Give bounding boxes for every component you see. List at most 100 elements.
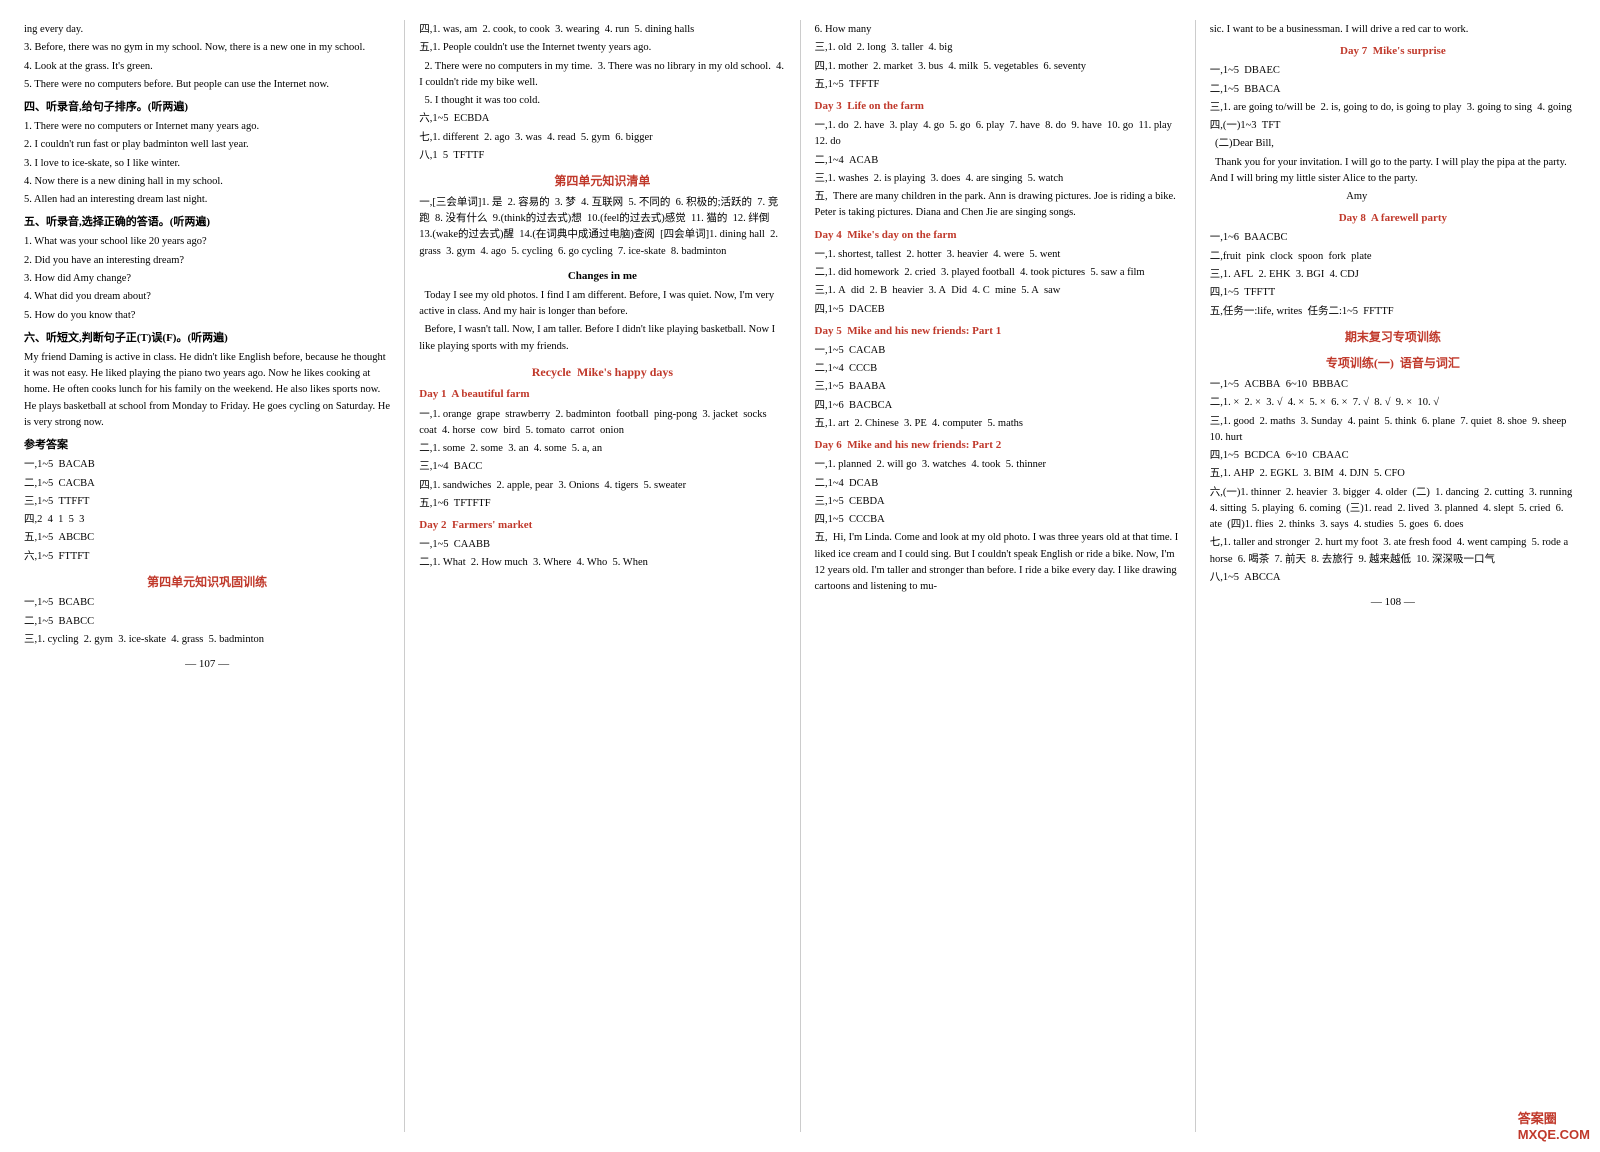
c2-day1-3: 三,1~4 BACC bbox=[419, 459, 785, 475]
c1-ans-5: 五,1~5 ABCBC bbox=[24, 530, 390, 546]
column-1: ing every day. 3. Before, there was no g… bbox=[10, 20, 405, 1132]
c4-r1-3: 三,1. good 2. maths 3. Sunday 4. paint 5.… bbox=[1210, 414, 1576, 447]
c1-s5-4: 4. What did you dream about? bbox=[24, 289, 390, 305]
c3-day6-1: 一,1. planned 2. will go 3. watches 4. to… bbox=[815, 457, 1181, 473]
c4-day7-letter: Thank you for your invitation. I will go… bbox=[1210, 155, 1576, 188]
c4-day7-amy: Amy bbox=[1210, 189, 1576, 205]
c1-ans-4: 四,2 4 1 5 3 bbox=[24, 512, 390, 528]
c3-day3-2: 二,1~4 ACAB bbox=[815, 153, 1181, 169]
c2-day1-1: 一,1. orange grape strawberry 2. badminto… bbox=[419, 407, 785, 440]
c2-changes-p1: Today I see my old photos. I find I am d… bbox=[419, 288, 785, 321]
page-num-right: — 108 — bbox=[1210, 594, 1576, 611]
c2-line-5: 六,1~5 ECBDA bbox=[419, 111, 785, 127]
c4-day8-2: 二,fruit pink clock spoon fork plate bbox=[1210, 249, 1576, 265]
c4-r1-5: 五,1. AHP 2. EGKL 3. BIM 4. DJN 5. CFO bbox=[1210, 466, 1576, 482]
c3-day3-1: 一,1. do 2. have 3. play 4. go 5. go 6. p… bbox=[815, 118, 1181, 151]
c1-ref-title: 参考答案 bbox=[24, 437, 390, 454]
c3-day6-5: 五, Hi, I'm Linda. Come and look at my ol… bbox=[815, 530, 1181, 595]
c2-day2-1: 一,1~5 CAABB bbox=[419, 537, 785, 553]
c3-day4-3: 三,1. A did 2. B heavier 3. A Did 4. C mi… bbox=[815, 283, 1181, 299]
c2-changes-p2: Before, I wasn't tall. Now, I am taller.… bbox=[419, 322, 785, 355]
page-container: ing every day. 3. Before, there was no g… bbox=[0, 0, 1600, 1152]
c2-day2-title: Day 2 Farmers' market bbox=[419, 517, 785, 534]
c2-day2-2: 二,1. What 2. How much 3. Where 4. Who 5.… bbox=[419, 555, 785, 571]
c1-s4-1: 1. There were no computers or Internet m… bbox=[24, 119, 390, 135]
c1-line-3: 4. Look at the grass. It's green. bbox=[24, 59, 390, 75]
c3-day5-2: 二,1~4 CCCB bbox=[815, 361, 1181, 377]
c1-section-4: 四、听录音,给句子排序。(听两遍) bbox=[24, 99, 390, 116]
c4-day7-3: 三,1. are going to/will be 2. is, going t… bbox=[1210, 100, 1576, 116]
c1-ans-1: 一,1~5 BACAB bbox=[24, 457, 390, 473]
c1-s5-2: 2. Did you have an interesting dream? bbox=[24, 253, 390, 269]
c3-day4-title: Day 4 Mike's day on the farm bbox=[815, 227, 1181, 244]
c4-r1-2: 二,1. × 2. × 3. √ 4. × 5. × 6. × 7. √ 8. … bbox=[1210, 395, 1576, 411]
c2-day1-5: 五,1~6 TFTFTF bbox=[419, 496, 785, 512]
c1-s5-1: 1. What was your school like 20 years ag… bbox=[24, 234, 390, 250]
c4-day8-5: 五,任务一:life, writes 任务二:1~5 FFTTF bbox=[1210, 304, 1576, 320]
c4-review-sub1: 专项训练(一) 语音与词汇 bbox=[1210, 354, 1576, 373]
c3-day6-2: 二,1~4 DCAB bbox=[815, 476, 1181, 492]
c3-day5-1: 一,1~5 CACAB bbox=[815, 343, 1181, 359]
c2-day1-4: 四,1. sandwiches 2. apple, pear 3. Onions… bbox=[419, 478, 785, 494]
c3-day5-3: 三,1~5 BAABA bbox=[815, 379, 1181, 395]
c1-u4-2: 二,1~5 BABCC bbox=[24, 614, 390, 630]
c3-line-2: 三,1. old 2. long 3. taller 4. big bbox=[815, 40, 1181, 56]
watermark: 答案圈MXQE.COM bbox=[1518, 1108, 1590, 1142]
column-2: 四,1. was, am 2. cook, to cook 3. wearing… bbox=[405, 20, 800, 1132]
c3-day3-3: 三,1. washes 2. is playing 3. does 4. are… bbox=[815, 171, 1181, 187]
c3-day4-1: 一,1. shortest, tallest 2. hotter 3. heav… bbox=[815, 247, 1181, 263]
column-3: 6. How many 三,1. old 2. long 3. taller 4… bbox=[801, 20, 1196, 1132]
c3-line-4: 五,1~5 TFFTF bbox=[815, 77, 1181, 93]
c4-day8-3: 三,1. AFL 2. EHK 3. BGI 4. CDJ bbox=[1210, 267, 1576, 283]
c3-day6-4: 四,1~5 CCCBA bbox=[815, 512, 1181, 528]
c3-day4-2: 二,1. did homework 2. cried 3. played foo… bbox=[815, 265, 1181, 281]
c2-day1-title: Day 1 A beautiful farm bbox=[419, 386, 785, 403]
c4-day8-4: 四,1~5 TFFTT bbox=[1210, 285, 1576, 301]
c4-r1-4: 四,1~5 BCDCA 6~10 CBAAC bbox=[1210, 448, 1576, 464]
c2-line-6: 七,1. different 2. ago 3. was 4. read 5. … bbox=[419, 130, 785, 146]
c1-s5-3: 3. How did Amy change? bbox=[24, 271, 390, 287]
c4-r1-8: 八,1~5 ABCCA bbox=[1210, 570, 1576, 586]
c1-s4-2: 2. I couldn't run fast or play badminton… bbox=[24, 137, 390, 153]
c2-line-3: 2. There were no computers in my time. 3… bbox=[419, 59, 785, 92]
c4-r1-1: 一,1~5 ACBBA 6~10 BBBAC bbox=[1210, 377, 1576, 393]
c2-recycle-title: Recycle Mike's happy days bbox=[419, 363, 785, 382]
c1-section-5: 五、听录音,选择正确的答语。(听两遍) bbox=[24, 214, 390, 231]
c1-u4-3: 三,1. cycling 2. gym 3. ice-skate 4. gras… bbox=[24, 632, 390, 648]
c4-line-1: sic. I want to be a businessman. I will … bbox=[1210, 22, 1576, 38]
c3-line-1: 6. How many bbox=[815, 22, 1181, 38]
c4-day8-title: Day 8 A farewell party bbox=[1210, 210, 1576, 227]
c4-r1-7: 七,1. taller and stronger 2. hurt my foot… bbox=[1210, 535, 1576, 568]
c2-klist-1: 一,[三会单词]1. 是 2. 容易的 3. 梦 4. 互联网 5. 不同的 6… bbox=[419, 195, 785, 260]
c1-u4-1: 一,1~5 BCABC bbox=[24, 595, 390, 611]
c2-line-2: 五,1. People couldn't use the Internet tw… bbox=[419, 40, 785, 56]
c1-line-4: 5. There were no computers before. But p… bbox=[24, 77, 390, 93]
c1-ans-2: 二,1~5 CACBA bbox=[24, 476, 390, 492]
c2-line-1: 四,1. was, am 2. cook, to cook 3. wearing… bbox=[419, 22, 785, 38]
c4-day8-1: 一,1~6 BAACBC bbox=[1210, 230, 1576, 246]
c1-s6-text: My friend Daming is active in class. He … bbox=[24, 350, 390, 431]
c2-day1-2: 二,1. some 2. some 3. an 4. some 5. a, an bbox=[419, 441, 785, 457]
c4-day7-title: Day 7 Mike's surprise bbox=[1210, 43, 1576, 60]
c3-line-3: 四,1. mother 2. market 3. bus 4. milk 5. … bbox=[815, 59, 1181, 75]
c3-day5-4: 四,1~6 BACBCA bbox=[815, 398, 1181, 414]
c3-day6-3: 三,1~5 CEBDA bbox=[815, 494, 1181, 510]
c1-s5-5: 5. How do you know that? bbox=[24, 308, 390, 324]
c3-day3-title: Day 3 Life on the farm bbox=[815, 98, 1181, 115]
c3-day6-title: Day 6 Mike and his new friends: Part 2 bbox=[815, 437, 1181, 454]
page-num-left: — 107 — bbox=[24, 656, 390, 673]
c1-ans-6: 六,1~5 FTTFT bbox=[24, 549, 390, 565]
c3-day4-4: 四,1~5 DACEB bbox=[815, 302, 1181, 318]
c4-day7-4: 四,(一)1~3 TFT bbox=[1210, 118, 1576, 134]
c4-day7-2: 二,1~5 BBACA bbox=[1210, 82, 1576, 98]
column-4: sic. I want to be a businessman. I will … bbox=[1196, 20, 1590, 1132]
c3-day3-4: 五, There are many children in the park. … bbox=[815, 189, 1181, 222]
c4-day7-1: 一,1~5 DBAEC bbox=[1210, 63, 1576, 79]
c1-line-2: 3. Before, there was no gym in my school… bbox=[24, 40, 390, 56]
c1-ans-3: 三,1~5 TTFFT bbox=[24, 494, 390, 510]
c1-unit4-title: 第四单元知识巩固训练 bbox=[24, 573, 390, 592]
c2-changes-title: Changes in me bbox=[419, 268, 785, 285]
c3-day5-title: Day 5 Mike and his new friends: Part 1 bbox=[815, 323, 1181, 340]
c2-line-7: 八,1 5 TFTTF bbox=[419, 148, 785, 164]
c1-s4-5: 5. Allen had an interesting dream last n… bbox=[24, 192, 390, 208]
